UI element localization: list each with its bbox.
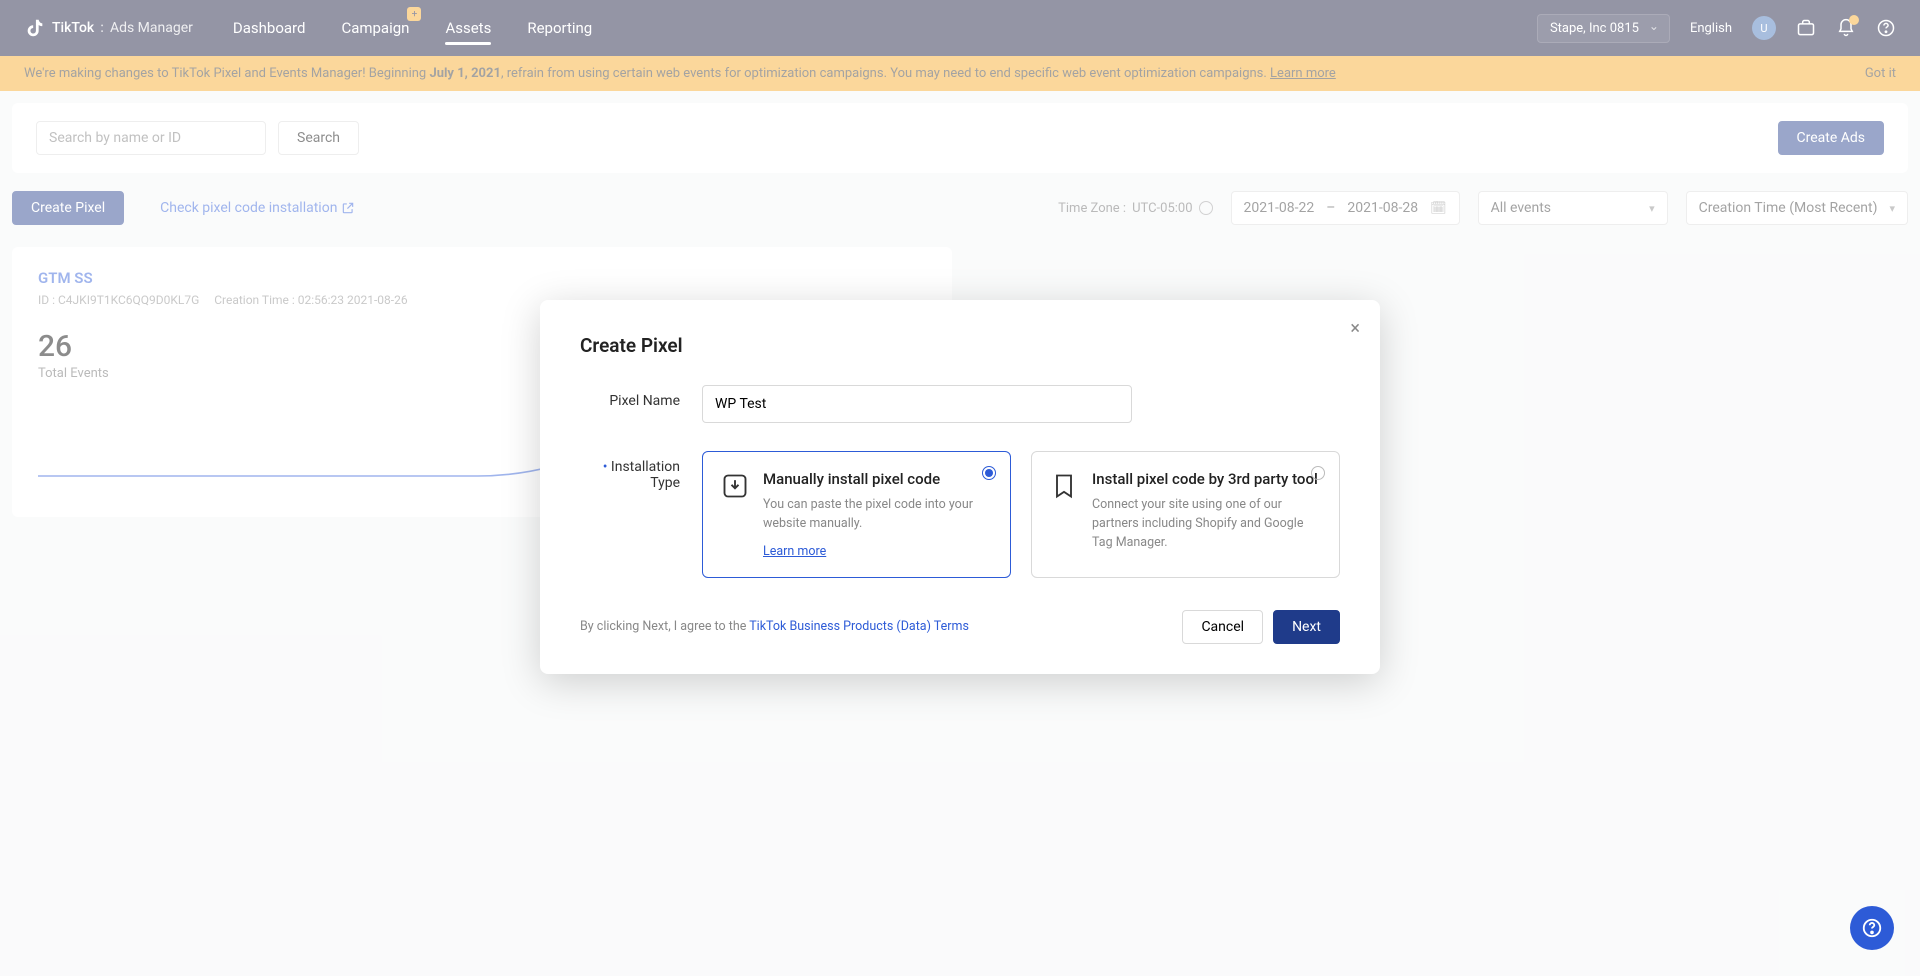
create-pixel-modal: × Create Pixel Pixel Name Installation T… xyxy=(540,300,1380,674)
pixel-name-label: Pixel Name xyxy=(580,385,680,423)
terms-prefix: By clicking Next, I agree to the xyxy=(580,619,749,634)
option-third-party-desc: Connect your site using one of our partn… xyxy=(1092,496,1321,552)
cancel-button[interactable]: Cancel xyxy=(1182,610,1263,644)
pixel-name-input[interactable] xyxy=(702,385,1132,423)
option-manual-desc: You can paste the pixel code into your w… xyxy=(763,496,992,534)
install-options: Manually install pixel code You can past… xyxy=(702,451,1340,578)
install-type-label: Installation Type xyxy=(580,451,680,578)
help-fab[interactable] xyxy=(1850,906,1894,950)
radio-icon xyxy=(1311,466,1325,480)
terms-link[interactable]: TikTok Business Products (Data) Terms xyxy=(749,619,969,634)
next-button[interactable]: Next xyxy=(1273,610,1340,644)
modal-title: Create Pixel xyxy=(580,334,1340,357)
option-third-party-title: Install pixel code by 3rd party tool xyxy=(1092,470,1321,488)
close-icon[interactable]: × xyxy=(1350,318,1360,339)
option-third-party-install[interactable]: Install pixel code by 3rd party tool Con… xyxy=(1031,451,1340,578)
option-manual-title: Manually install pixel code xyxy=(763,470,992,488)
option-manual-learn-more-link[interactable]: Learn more xyxy=(763,544,826,559)
bookmark-icon xyxy=(1050,472,1078,500)
modal-footer: By clicking Next, I agree to the TikTok … xyxy=(580,610,1340,644)
radio-icon xyxy=(982,466,996,480)
pixel-name-row: Pixel Name xyxy=(580,385,1340,423)
question-icon xyxy=(1861,917,1883,939)
modal-overlay: × Create Pixel Pixel Name Installation T… xyxy=(0,0,1920,976)
install-type-row: Installation Type Manually install pixel… xyxy=(580,451,1340,578)
option-manual-install[interactable]: Manually install pixel code You can past… xyxy=(702,451,1011,578)
terms-text: By clicking Next, I agree to the TikTok … xyxy=(580,619,969,634)
download-box-icon xyxy=(721,472,749,500)
